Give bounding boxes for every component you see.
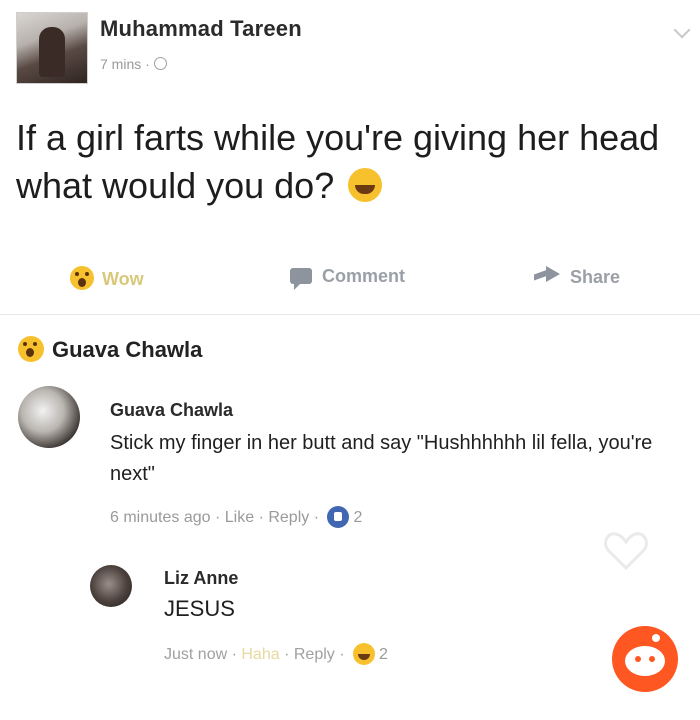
comment-time[interactable]: 6 minutes ago — [110, 509, 211, 526]
wow-emoji-icon — [18, 336, 44, 362]
reply-meta: Just now · Haha · Reply · 2 — [164, 643, 388, 665]
share-button[interactable]: Share — [546, 266, 620, 288]
author-avatar[interactable] — [16, 12, 88, 84]
wow-emoji-icon — [70, 266, 94, 290]
chevron-down-icon[interactable] — [673, 21, 691, 39]
post-text: If a girl farts while you're giving her … — [16, 114, 676, 210]
reaction-count[interactable]: 2 — [353, 509, 362, 526]
laughing-emoji-icon — [348, 168, 383, 202]
meta-separator: · — [284, 646, 294, 663]
heart-watermark-icon — [604, 532, 648, 570]
reaction-count[interactable]: 2 — [379, 646, 388, 663]
post-author-name[interactable]: Muhammad Tareen — [100, 16, 302, 42]
commenter-avatar[interactable] — [18, 386, 80, 448]
share-label: Share — [570, 267, 621, 287]
post-text-content: If a girl farts while you're giving her … — [16, 117, 660, 206]
haha-emoji-icon[interactable] — [353, 643, 375, 665]
avatar-figure — [39, 27, 65, 77]
meta-separator: · — [258, 509, 269, 526]
reaction-summary[interactable]: Guava Chawla — [18, 336, 202, 363]
post-time-text: 7 mins · — [100, 56, 150, 72]
comment-label: Comment — [322, 266, 406, 286]
haha-link[interactable]: Haha — [241, 646, 279, 663]
reply-avatar[interactable] — [90, 565, 132, 607]
wow-label: Wow — [102, 269, 144, 289]
reddit-face — [625, 646, 665, 676]
reply-text: JESUS — [164, 596, 235, 621]
reply-time[interactable]: Just now — [164, 646, 227, 663]
comment-author-name[interactable]: Guava Chawla — [110, 400, 233, 421]
reply-author-name[interactable]: Liz Anne — [164, 568, 238, 589]
share-arrow-icon — [546, 266, 560, 282]
comment-button[interactable]: Comment — [290, 266, 406, 290]
reddit-logo-icon — [612, 626, 678, 692]
meta-separator: · — [313, 509, 324, 526]
reddit-antenna — [652, 634, 660, 642]
wow-reaction-button[interactable]: Wow — [70, 266, 144, 290]
post-timestamp[interactable]: 7 mins · — [100, 56, 167, 72]
globe-icon — [153, 57, 167, 70]
meta-separator: · — [214, 509, 225, 526]
like-thumb-icon[interactable] — [327, 506, 350, 528]
comment-meta: 6 minutes ago · Like · Reply · 2 — [110, 506, 362, 528]
meta-separator: · — [231, 646, 242, 663]
comment-icon — [290, 268, 312, 290]
meta-separator: · — [339, 646, 349, 663]
reply-link[interactable]: Reply — [294, 646, 335, 663]
divider — [0, 314, 700, 315]
reactor-name: Guava Chawla — [52, 337, 203, 362]
like-link[interactable]: Like — [225, 509, 254, 526]
reply-link[interactable]: Reply — [268, 509, 309, 526]
comment-text: Stick my finger in her butt and say "Hus… — [110, 432, 653, 485]
